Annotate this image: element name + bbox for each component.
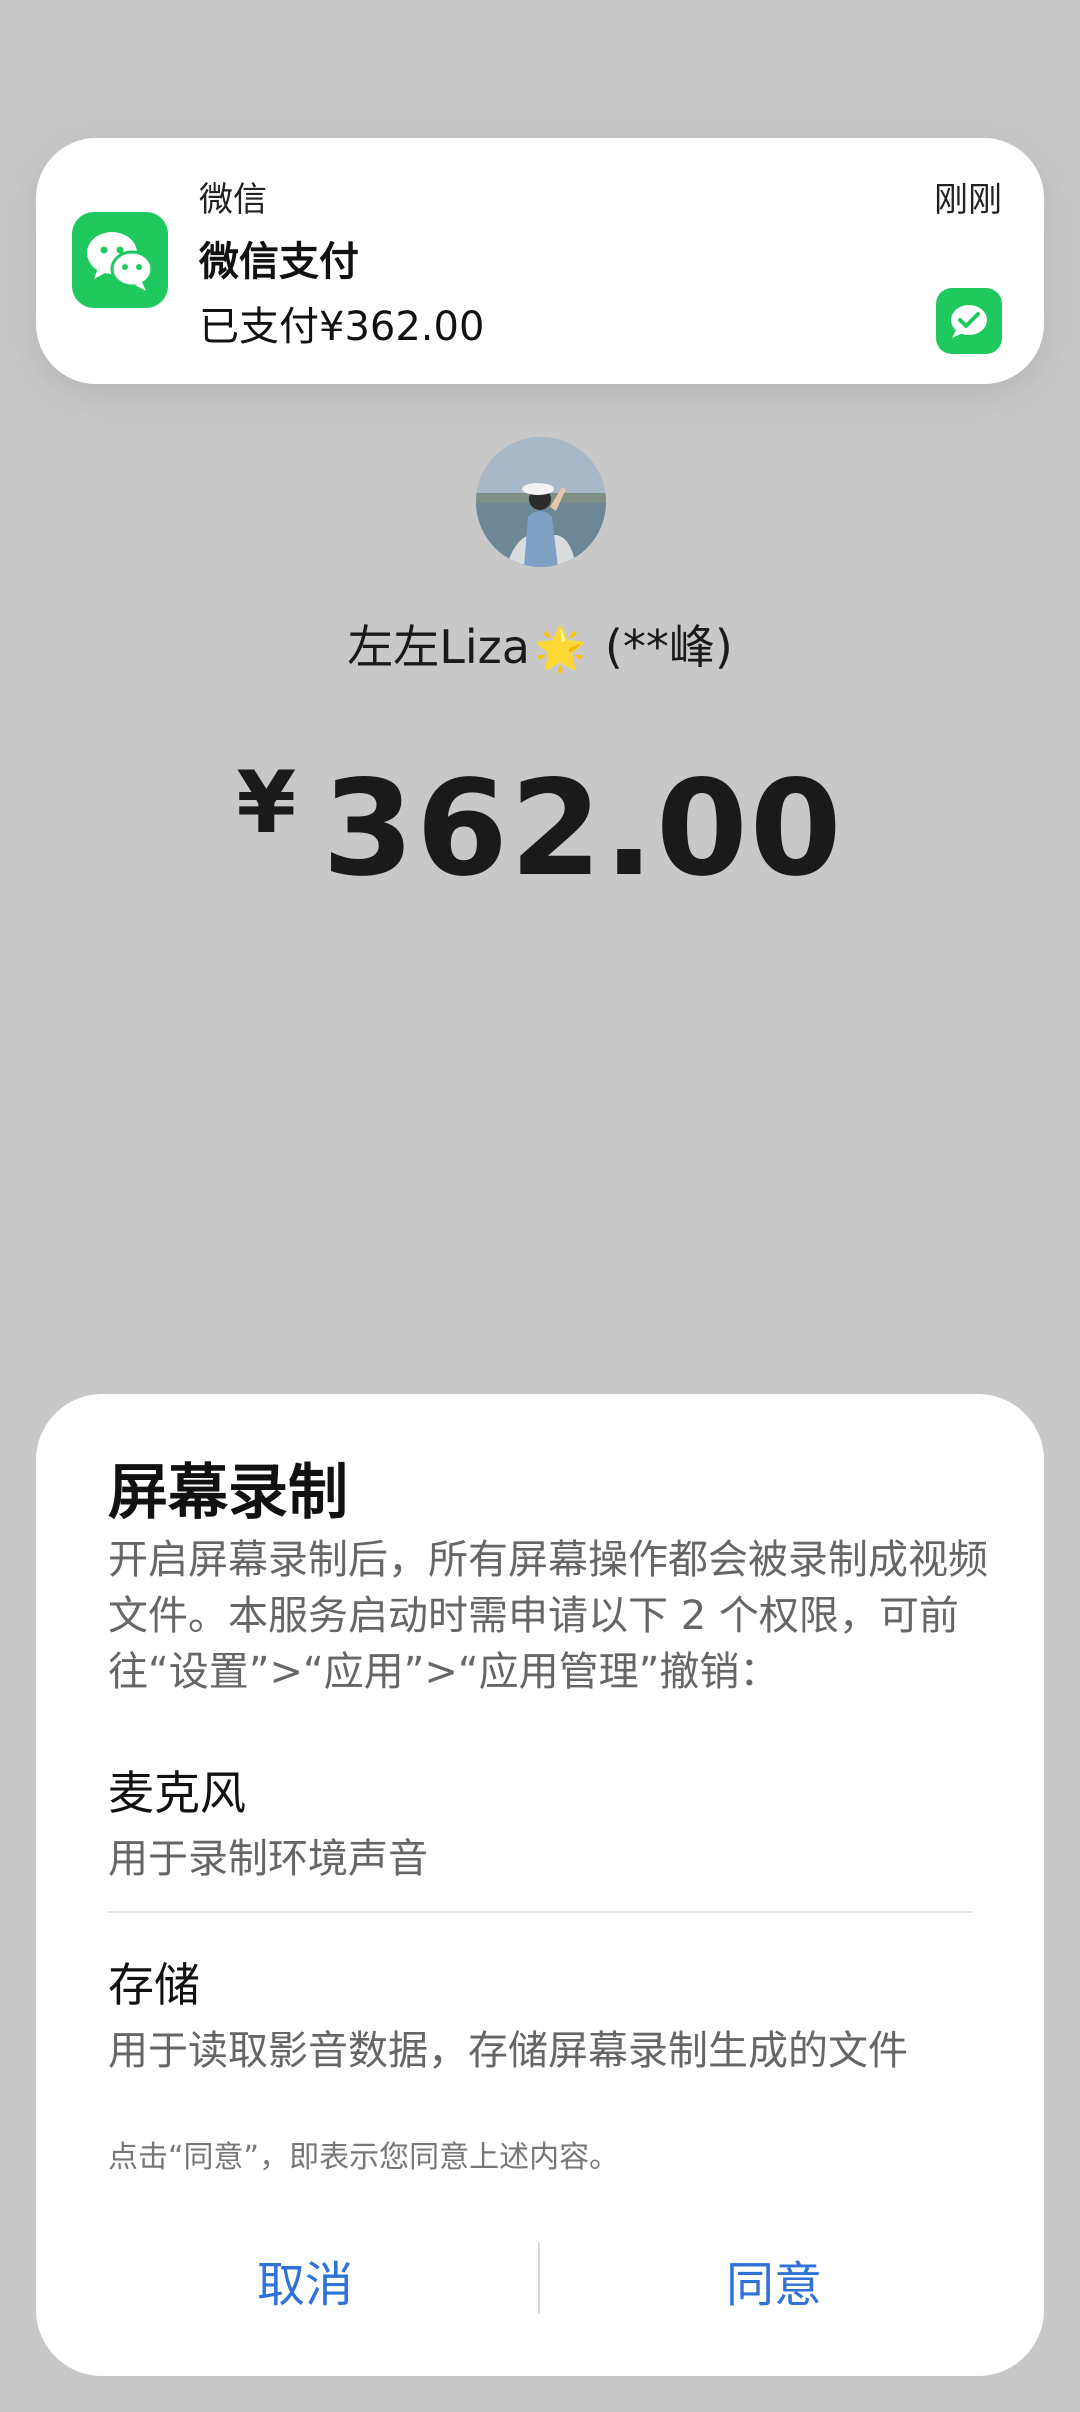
avatar bbox=[476, 437, 606, 567]
notification-body: 已支付¥362.00 bbox=[199, 304, 485, 350]
payee-realname: (**峰) bbox=[590, 620, 733, 674]
wechat-logo-icon bbox=[72, 212, 168, 308]
button-divider bbox=[538, 2242, 540, 2314]
currency-symbol: ¥ bbox=[236, 753, 297, 853]
permission-microphone-desc: 用于录制环境声音 bbox=[108, 1836, 428, 1882]
wechat-pay-icon bbox=[936, 288, 1002, 354]
payee-nickname: 左左Liza bbox=[347, 620, 530, 674]
star-emoji-icon: 🌟 bbox=[533, 624, 587, 673]
agree-button[interactable]: 同意 bbox=[541, 2240, 1007, 2330]
dialog-description: 开启屏幕录制后，所有屏幕操作都会被录制成视频文件。本服务启动时需申请以下 2 个… bbox=[108, 1537, 988, 1695]
dialog-title: 屏幕录制 bbox=[108, 1458, 348, 1528]
notification-app-name: 微信 bbox=[199, 180, 267, 220]
payment-amount: ¥362.00 bbox=[0, 752, 1080, 906]
notification-banner[interactable]: 微信 刚刚 微信支付 已支付¥362.00 bbox=[36, 138, 1044, 384]
payee-name: 左左Liza🌟 (**峰) bbox=[0, 611, 1080, 677]
amount-value: 362.00 bbox=[322, 752, 844, 906]
cancel-button[interactable]: 取消 bbox=[72, 2240, 538, 2330]
permission-storage-desc: 用于读取影音数据，存储屏幕录制生成的文件 bbox=[108, 2028, 908, 2074]
permission-divider bbox=[108, 1911, 972, 1913]
permission-storage-name: 存储 bbox=[108, 1958, 200, 2012]
notification-time: 刚刚 bbox=[934, 180, 1002, 220]
permission-microphone-name: 麦克风 bbox=[108, 1766, 246, 1820]
consent-note: 点击“同意”，即表示您同意上述内容。 bbox=[108, 2140, 620, 2175]
screen-recording-dialog: 屏幕录制 开启屏幕录制后，所有屏幕操作都会被录制成视频文件。本服务启动时需申请以… bbox=[36, 1394, 1044, 2376]
notification-title: 微信支付 bbox=[199, 239, 359, 285]
